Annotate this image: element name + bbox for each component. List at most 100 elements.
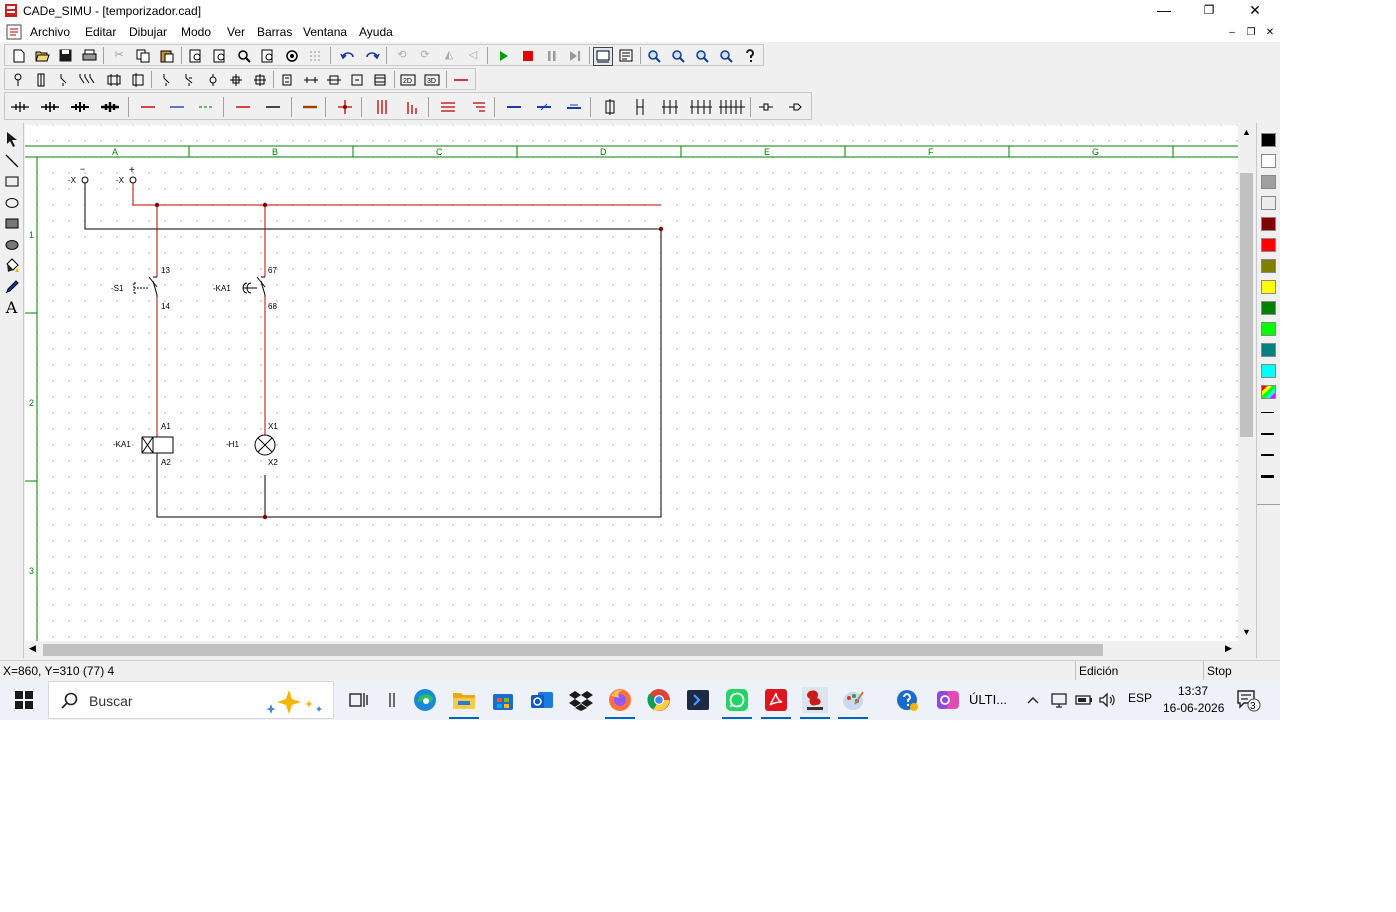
mdi-close-button[interactable]: ✕ — [1262, 26, 1278, 40]
wire-phase-icon[interactable] — [139, 98, 157, 115]
fuse-icon[interactable] — [9, 71, 27, 88]
coil-icon[interactable] — [204, 71, 222, 88]
terminal-strip-4-icon[interactable] — [689, 98, 713, 115]
switch-icon[interactable] — [54, 71, 72, 88]
line-width-thick[interactable] — [1261, 454, 1274, 456]
junction-icon[interactable] — [227, 71, 245, 88]
blue-cross-wire-icon[interactable] — [535, 98, 553, 115]
vertical-scrollbar[interactable]: ▲ ▼ — [1238, 125, 1255, 641]
blue-bridge-wire-icon[interactable] — [565, 98, 583, 115]
nc-contact-icon[interactable] — [180, 71, 198, 88]
close-button[interactable]: ✕ — [1232, 0, 1278, 22]
s1-pushbutton[interactable]: 13 14 -S1 — [111, 266, 170, 311]
microsoft-store-icon[interactable] — [491, 688, 515, 712]
wire-control-red-icon[interactable] — [234, 98, 252, 115]
mdi-minimize-button[interactable]: – — [1224, 26, 1240, 40]
h1-lamp[interactable]: X1 X2 -H1 — [226, 422, 278, 467]
paint-icon[interactable] — [841, 688, 865, 712]
horizontal-scrollbar[interactable]: ◀ ▶ — [25, 641, 1238, 658]
wire-red-icon[interactable] — [452, 71, 470, 88]
scroll-down-icon[interactable]: ▼ — [1242, 627, 1251, 637]
draw-rectangle-icon[interactable] — [2, 172, 21, 191]
draw-filled-rectangle-icon[interactable] — [2, 214, 21, 233]
tray-chevron-icon[interactable] — [1025, 688, 1041, 712]
color-picker-icon[interactable] — [2, 277, 21, 296]
new-file-icon[interactable] — [10, 47, 28, 64]
select-pointer-icon[interactable] — [2, 129, 21, 148]
line-width-heavy[interactable] — [1261, 475, 1274, 478]
wire-bold-icon[interactable] — [301, 98, 319, 115]
simulate-stop-icon[interactable] — [519, 47, 537, 64]
cut-icon[interactable]: ✂ — [110, 47, 128, 64]
office-app-icon[interactable] — [936, 688, 960, 712]
color-swatch[interactable] — [1261, 301, 1276, 315]
copy-icon[interactable] — [134, 47, 152, 64]
supply-plus-terminal[interactable]: + -X — [116, 165, 137, 185]
menu-ventana[interactable]: Ventana — [303, 25, 347, 39]
vertical-bus-icon[interactable] — [373, 98, 391, 115]
relay-icon[interactable] — [278, 71, 296, 88]
line-width-thin[interactable] — [1261, 412, 1274, 413]
color-swatch[interactable] — [1261, 133, 1276, 147]
document-icon[interactable] — [6, 24, 22, 40]
scroll-left-icon[interactable]: ◀ — [29, 643, 36, 654]
bus-3ph-icon[interactable] — [11, 98, 29, 115]
simulate-pause-icon[interactable] — [543, 47, 561, 64]
terminal-strip-3-icon[interactable] — [661, 98, 679, 115]
print-preview-icon[interactable] — [187, 47, 205, 64]
horizontal-bus-icon[interactable] — [439, 98, 457, 115]
outlook-icon[interactable] — [530, 688, 554, 712]
rotate-left-icon[interactable]: ⟲ — [393, 47, 411, 64]
bus-3phnpe-icon[interactable] — [71, 98, 89, 115]
clock-date[interactable]: 16-06-2026 — [1163, 701, 1224, 715]
task-view-icon[interactable] — [347, 688, 371, 712]
firefox-icon[interactable] — [608, 688, 632, 712]
negative-wire[interactable] — [84, 183, 662, 518]
fill-bucket-icon[interactable] — [2, 256, 21, 275]
horizontal-scroll-thumb[interactable] — [43, 644, 1103, 656]
clock-time[interactable]: 13:37 — [1178, 684, 1208, 698]
terminal-strip-5-icon[interactable] — [718, 98, 746, 115]
notification-center-icon[interactable] — [1236, 688, 1262, 712]
edge-browser-icon[interactable] — [413, 688, 437, 712]
contactor-icon[interactable] — [129, 71, 147, 88]
menu-archivo[interactable]: Archivo — [30, 25, 70, 39]
preview-page-icon[interactable] — [211, 47, 229, 64]
supply-minus-terminal[interactable]: − -X — [68, 164, 89, 185]
taskbar-search-box[interactable]: Buscar — [48, 681, 334, 719]
color-swatch[interactable] — [1261, 238, 1276, 252]
powershell-icon[interactable] — [686, 688, 710, 712]
acrobat-reader-icon[interactable] — [764, 688, 788, 712]
mirror-vertical-icon[interactable]: ◁ — [464, 47, 482, 64]
menu-modo[interactable]: Modo — [181, 25, 211, 39]
connector-icon[interactable] — [325, 71, 343, 88]
draw-line-icon[interactable] — [2, 151, 21, 170]
no-contact-icon[interactable] — [157, 71, 175, 88]
wire-earth-icon[interactable] — [197, 98, 215, 115]
color-swatch[interactable] — [1261, 343, 1276, 357]
rotate-right-icon[interactable]: ⟳ — [416, 47, 434, 64]
simulate-play-icon[interactable] — [495, 47, 513, 64]
horizontal-bus-taps-icon[interactable] — [469, 98, 487, 115]
zoom-in-icon[interactable] — [645, 47, 663, 64]
zoom-out-icon[interactable] — [669, 47, 687, 64]
redo-icon[interactable] — [363, 47, 381, 64]
file-explorer-icon[interactable] — [452, 688, 476, 712]
ka1-timer-coil[interactable]: A1 A2 -KA1 — [113, 422, 174, 479]
text-tool-icon[interactable]: A — [2, 298, 21, 317]
blue-wire-icon[interactable] — [505, 98, 523, 115]
mirror-horizontal-icon[interactable]: ◭ — [440, 47, 458, 64]
bus-3phn-icon[interactable] — [41, 98, 59, 115]
whatsapp-icon[interactable] — [725, 688, 749, 712]
plc-output-icon[interactable] — [371, 71, 389, 88]
terminal-block-icon[interactable] — [601, 98, 619, 115]
draw-filled-ellipse-icon[interactable] — [2, 235, 21, 254]
find-replace-icon[interactable] — [259, 47, 277, 64]
battery-icon[interactable] — [1074, 688, 1094, 712]
connector-female-icon[interactable] — [787, 98, 805, 115]
scroll-right-icon[interactable]: ▶ — [1225, 643, 1232, 654]
menu-dibujar[interactable]: Dibujar — [129, 25, 167, 39]
save-icon[interactable] — [56, 47, 74, 64]
simulate-step-icon[interactable] — [566, 47, 584, 64]
paste-icon[interactable] — [158, 47, 176, 64]
